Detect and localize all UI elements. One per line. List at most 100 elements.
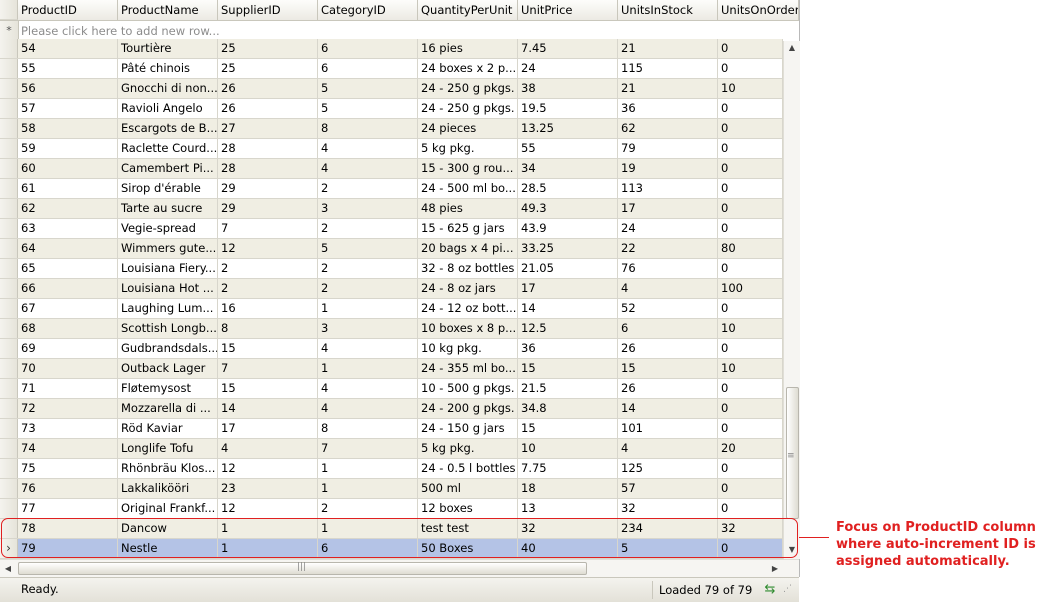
cell-unitprice[interactable]: 43.9	[518, 219, 618, 238]
cell-productname[interactable]: Vegie-spread	[118, 219, 218, 238]
cell-unitsinstock[interactable]: 21	[618, 79, 718, 98]
cell-unitsonorder[interactable]: 0	[718, 99, 783, 118]
cell-productname[interactable]: Raclette Courd...	[118, 139, 218, 158]
table-row[interactable]: 66 Louisiana Hot ... 2 2 24 - 8 oz jars 17 4 10…	[0, 279, 783, 299]
table-row[interactable]: 63 Vegie-spread 7 2 15 - 625 g jars 43.9 24 0	[0, 219, 783, 239]
cell-quantityperunit[interactable]: 24 - 150 g jars	[418, 419, 518, 438]
cell-productname[interactable]: Ravioli Angelo	[118, 99, 218, 118]
cell-unitsinstock[interactable]: 26	[618, 339, 718, 358]
cell-unitsinstock[interactable]: 115	[618, 59, 718, 78]
cell-supplierid[interactable]: 12	[218, 459, 318, 478]
row-header[interactable]	[0, 519, 18, 538]
table-row[interactable]: 76 Lakkalikööri 23 1 500 ml 18 57 0	[0, 479, 783, 499]
cell-unitsonorder[interactable]: 80	[718, 239, 783, 258]
row-header[interactable]	[0, 339, 18, 358]
cell-productid[interactable]: 69	[18, 339, 118, 358]
cell-supplierid[interactable]: 26	[218, 79, 318, 98]
row-header[interactable]	[0, 59, 18, 78]
cell-unitsonorder[interactable]: 20	[718, 439, 783, 458]
table-row[interactable]: 57 Ravioli Angelo 26 5 24 - 250 g pkgs. 19.5 3…	[0, 99, 783, 119]
cell-quantityperunit[interactable]: 24 - 200 g pkgs.	[418, 399, 518, 418]
cell-quantityperunit[interactable]: 24 - 250 g pkgs.	[418, 99, 518, 118]
cell-categoryid[interactable]: 2	[318, 259, 418, 278]
cell-unitsonorder[interactable]: 0	[718, 119, 783, 138]
cell-productid[interactable]: 70	[18, 359, 118, 378]
cell-quantityperunit[interactable]: 20 bags x 4 pi...	[418, 239, 518, 258]
cell-quantityperunit[interactable]: 24 - 355 ml bo...	[418, 359, 518, 378]
cell-productid[interactable]: 76	[18, 479, 118, 498]
cell-productid[interactable]: 63	[18, 219, 118, 238]
cell-productname[interactable]: Tarte au sucre	[118, 199, 218, 218]
cell-supplierid[interactable]: 17	[218, 419, 318, 438]
cell-categoryid[interactable]: 2	[318, 179, 418, 198]
cell-productname[interactable]: Laughing Lum...	[118, 299, 218, 318]
scroll-left-icon[interactable]: ◀	[0, 560, 16, 577]
size-grip-icon[interactable]: ⋰	[783, 584, 792, 594]
cell-productid[interactable]: 64	[18, 239, 118, 258]
cell-productname[interactable]: Dancow	[118, 519, 218, 538]
cell-unitsonorder[interactable]: 0	[718, 479, 783, 498]
row-header[interactable]	[0, 379, 18, 398]
cell-categoryid[interactable]: 6	[318, 539, 418, 558]
column-header-productname[interactable]: ProductName	[118, 0, 218, 20]
table-row[interactable]: › 79 Nestle 1 6 50 Boxes 40 5 0	[0, 539, 783, 559]
cell-productname[interactable]: Outback Lager	[118, 359, 218, 378]
cell-unitsinstock[interactable]: 26	[618, 379, 718, 398]
cell-unitsinstock[interactable]: 22	[618, 239, 718, 258]
row-header[interactable]	[0, 459, 18, 478]
cell-categoryid[interactable]: 5	[318, 79, 418, 98]
cell-unitsinstock[interactable]: 52	[618, 299, 718, 318]
cell-categoryid[interactable]: 3	[318, 199, 418, 218]
table-row[interactable]: 61 Sirop d'érable 29 2 24 - 500 ml bo... 28.5…	[0, 179, 783, 199]
cell-unitprice[interactable]: 7.45	[518, 39, 618, 58]
cell-supplierid[interactable]: 7	[218, 219, 318, 238]
table-row[interactable]: 68 Scottish Longb... 8 3 10 boxes x 8 p... 12…	[0, 319, 783, 339]
cell-categoryid[interactable]: 6	[318, 59, 418, 78]
cell-productname[interactable]: Longlife Tofu	[118, 439, 218, 458]
column-header-unitsinstock[interactable]: UnitsInStock	[618, 0, 718, 20]
column-header-unitsonorder[interactable]: UnitsOnOrder	[718, 0, 799, 20]
cell-productid[interactable]: 61	[18, 179, 118, 198]
column-header-categoryid[interactable]: CategoryID	[318, 0, 418, 20]
cell-unitsonorder[interactable]: 0	[718, 539, 783, 558]
table-row[interactable]: 54 Tourtière 25 6 16 pies 7.45 21 0	[0, 39, 783, 59]
cell-categoryid[interactable]: 1	[318, 459, 418, 478]
cell-unitsonorder[interactable]: 100	[718, 279, 783, 298]
cell-unitsonorder[interactable]: 10	[718, 359, 783, 378]
cell-unitprice[interactable]: 15	[518, 419, 618, 438]
row-header[interactable]	[0, 299, 18, 318]
cell-unitsonorder[interactable]: 0	[718, 139, 783, 158]
row-header[interactable]	[0, 199, 18, 218]
cell-productname[interactable]: Pâté chinois	[118, 59, 218, 78]
table-row[interactable]: 67 Laughing Lum... 16 1 24 - 12 oz bott... 14…	[0, 299, 783, 319]
cell-unitsonorder[interactable]: 0	[718, 199, 783, 218]
cell-unitprice[interactable]: 18	[518, 479, 618, 498]
cell-supplierid[interactable]: 25	[218, 39, 318, 58]
cell-unitprice[interactable]: 13.25	[518, 119, 618, 138]
cell-productname[interactable]: Röd Kaviar	[118, 419, 218, 438]
cell-quantityperunit[interactable]: 24 - 250 g pkgs.	[418, 79, 518, 98]
cell-unitsonorder[interactable]: 0	[718, 159, 783, 178]
cell-unitsinstock[interactable]: 5	[618, 539, 718, 558]
cell-unitsonorder[interactable]: 10	[718, 319, 783, 338]
cell-categoryid[interactable]: 1	[318, 299, 418, 318]
row-header[interactable]	[0, 79, 18, 98]
cell-categoryid[interactable]: 8	[318, 419, 418, 438]
table-row[interactable]: 56 Gnocchi di non... 26 5 24 - 250 g pkgs. 38…	[0, 79, 783, 99]
horizontal-scrollbar[interactable]: ◀ ||| ▶	[0, 559, 799, 577]
row-header[interactable]	[0, 219, 18, 238]
cell-unitsonorder[interactable]: 0	[718, 179, 783, 198]
cell-categoryid[interactable]: 4	[318, 399, 418, 418]
cell-productname[interactable]: Nestle	[118, 539, 218, 558]
cell-productid[interactable]: 67	[18, 299, 118, 318]
cell-unitprice[interactable]: 15	[518, 359, 618, 378]
row-header[interactable]	[0, 39, 18, 58]
cell-unitsonorder[interactable]: 0	[718, 499, 783, 518]
cell-supplierid[interactable]: 14	[218, 399, 318, 418]
cell-quantityperunit[interactable]: 24 pieces	[418, 119, 518, 138]
cell-quantityperunit[interactable]: 24 - 8 oz jars	[418, 279, 518, 298]
cell-unitprice[interactable]: 28.5	[518, 179, 618, 198]
row-header[interactable]	[0, 179, 18, 198]
cell-supplierid[interactable]: 4	[218, 439, 318, 458]
scroll-down-icon[interactable]: ▼	[784, 543, 800, 557]
